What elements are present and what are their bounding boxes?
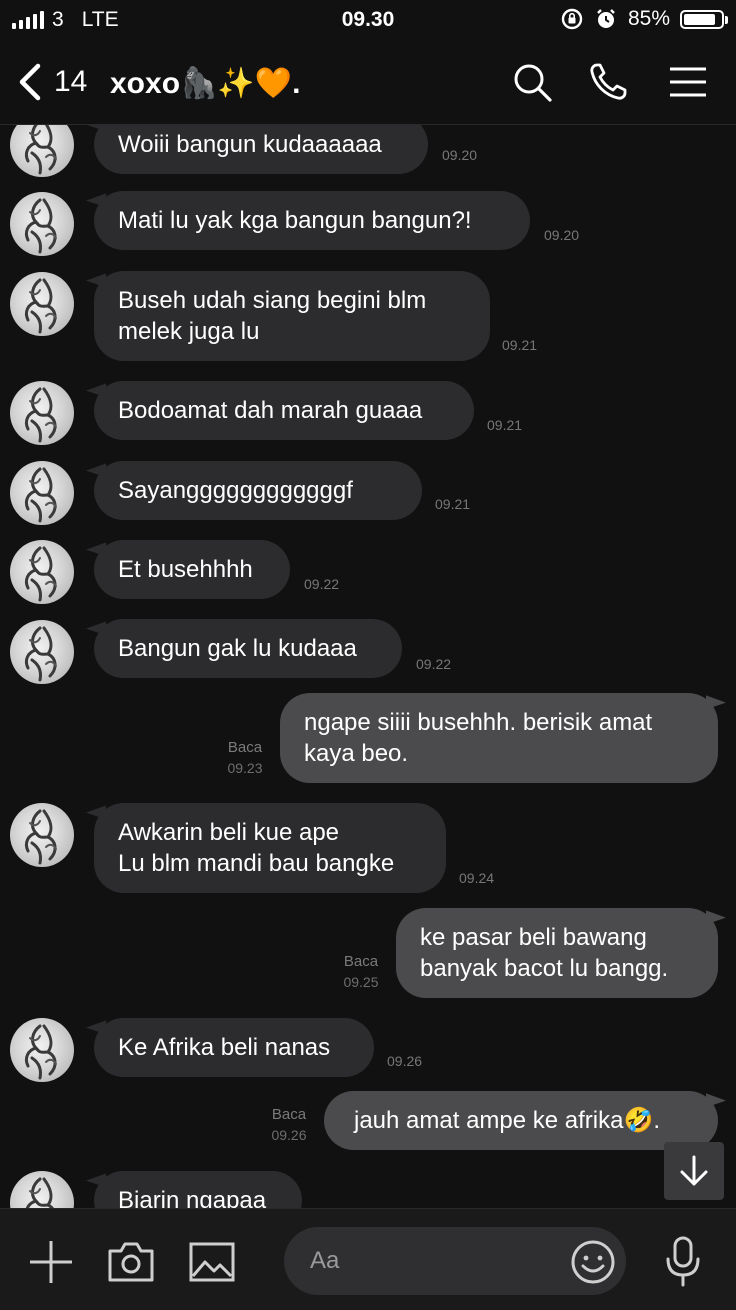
message-bubble[interactable]: Mati lu yak kga bangun bangun?! (94, 191, 530, 250)
message-list[interactable]: Woiii bangun kudaaaaaa 09.20 Mati lu yak… (0, 125, 736, 1208)
read-label: Baca (343, 953, 379, 970)
emoji-icon[interactable] (570, 1239, 616, 1285)
message-bubble[interactable]: Et busehhhh (94, 540, 290, 599)
avatar-image (24, 546, 57, 602)
phone-icon[interactable] (586, 60, 630, 104)
unread-count: 14 (54, 65, 88, 98)
back-button[interactable]: 14 (16, 62, 87, 102)
message-bubble[interactable]: Woiii bangun kudaaaaaa (94, 125, 428, 174)
camera-icon[interactable] (107, 1241, 155, 1283)
message-time: 09.20 (544, 227, 580, 243)
avatar[interactable] (10, 803, 74, 867)
message-time: 09.20 (442, 147, 478, 163)
avatar-image (24, 467, 57, 523)
avatar-image (24, 125, 57, 175)
message-bubble[interactable]: Awkarin beli kue ape Lu blm mandi bau ba… (94, 803, 446, 893)
read-receipt: Baca 09.23 (216, 738, 274, 778)
message-time: 09.24 (459, 870, 495, 886)
menu-icon[interactable] (666, 60, 710, 104)
arrow-down-icon (680, 1155, 708, 1186)
avatar-image (25, 1177, 54, 1208)
alarm-icon (597, 9, 615, 28)
message-time: 09.21 (435, 496, 471, 512)
avatar-image (24, 1024, 57, 1080)
status-right: 85% (560, 7, 728, 31)
avatar[interactable] (10, 125, 74, 177)
message-time: 09.22 (304, 576, 340, 592)
read-receipt: Baca 09.26 (260, 1105, 318, 1145)
avatar-image (24, 809, 57, 865)
status-bar: 3 LTE 09.30 85% (0, 0, 736, 42)
avatar-image (24, 198, 57, 254)
message-bubble[interactable]: Bodoamat dah marah guaaa (94, 381, 474, 440)
avatar-image (24, 626, 57, 682)
message-bubble[interactable]: Bangun gak lu kudaaa (94, 619, 402, 678)
avatar[interactable] (10, 1171, 74, 1208)
plus-icon[interactable] (28, 1239, 74, 1285)
chat-title[interactable]: xoxo🦍✨🧡. (110, 66, 300, 101)
chevron-left-icon (19, 63, 41, 101)
battery-fill (684, 13, 715, 25)
read-label: Baca (227, 739, 263, 756)
avatar[interactable] (10, 461, 74, 525)
message-bubble[interactable]: ngape siiii busehhh. berisik amat kaya b… (280, 693, 718, 783)
avatar-image (24, 387, 57, 443)
avatar[interactable] (10, 192, 74, 256)
message-bubble[interactable]: Ke Afrika beli nanas (94, 1018, 374, 1077)
battery-icon (680, 9, 728, 29)
read-receipt: Baca 09.25 (332, 952, 390, 992)
message-bubble[interactable]: ke pasar beli bawang banyak bacot lu ban… (396, 908, 718, 998)
message-time: 09.21 (502, 337, 538, 353)
avatar[interactable] (10, 540, 74, 604)
image-icon[interactable] (188, 1241, 236, 1283)
avatar[interactable] (10, 272, 74, 336)
message-bubble[interactable]: Biarin ngapaa (94, 1171, 302, 1208)
message-time: 09.21 (487, 417, 523, 433)
message-time: 09.23 (227, 760, 263, 776)
input-bar (0, 1208, 736, 1310)
avatar[interactable] (10, 1018, 74, 1082)
search-icon[interactable] (510, 60, 554, 104)
message-time: 09.26 (387, 1053, 423, 1069)
chat-header: 14 xoxo🦍✨🧡. (0, 44, 736, 125)
message-bubble[interactable]: Sayanggggggggggggf (94, 461, 422, 520)
message-time: 09.22 (416, 656, 452, 672)
avatar-image (24, 278, 57, 334)
message-bubble[interactable]: Buseh udah siang begini blm melek juga l… (94, 271, 490, 361)
message-time: 09.26 (271, 1127, 307, 1143)
scroll-to-bottom-button[interactable] (664, 1142, 724, 1200)
battery-percent: 85% (627, 7, 670, 30)
avatar[interactable] (10, 381, 74, 445)
message-bubble[interactable]: jauh amat ampe ke afrika🤣. (324, 1091, 718, 1150)
rotation-lock-icon (561, 8, 583, 30)
avatar[interactable] (10, 620, 74, 684)
message-time: 09.25 (343, 974, 379, 990)
microphone-icon[interactable] (664, 1235, 702, 1287)
read-label: Baca (271, 1106, 307, 1123)
